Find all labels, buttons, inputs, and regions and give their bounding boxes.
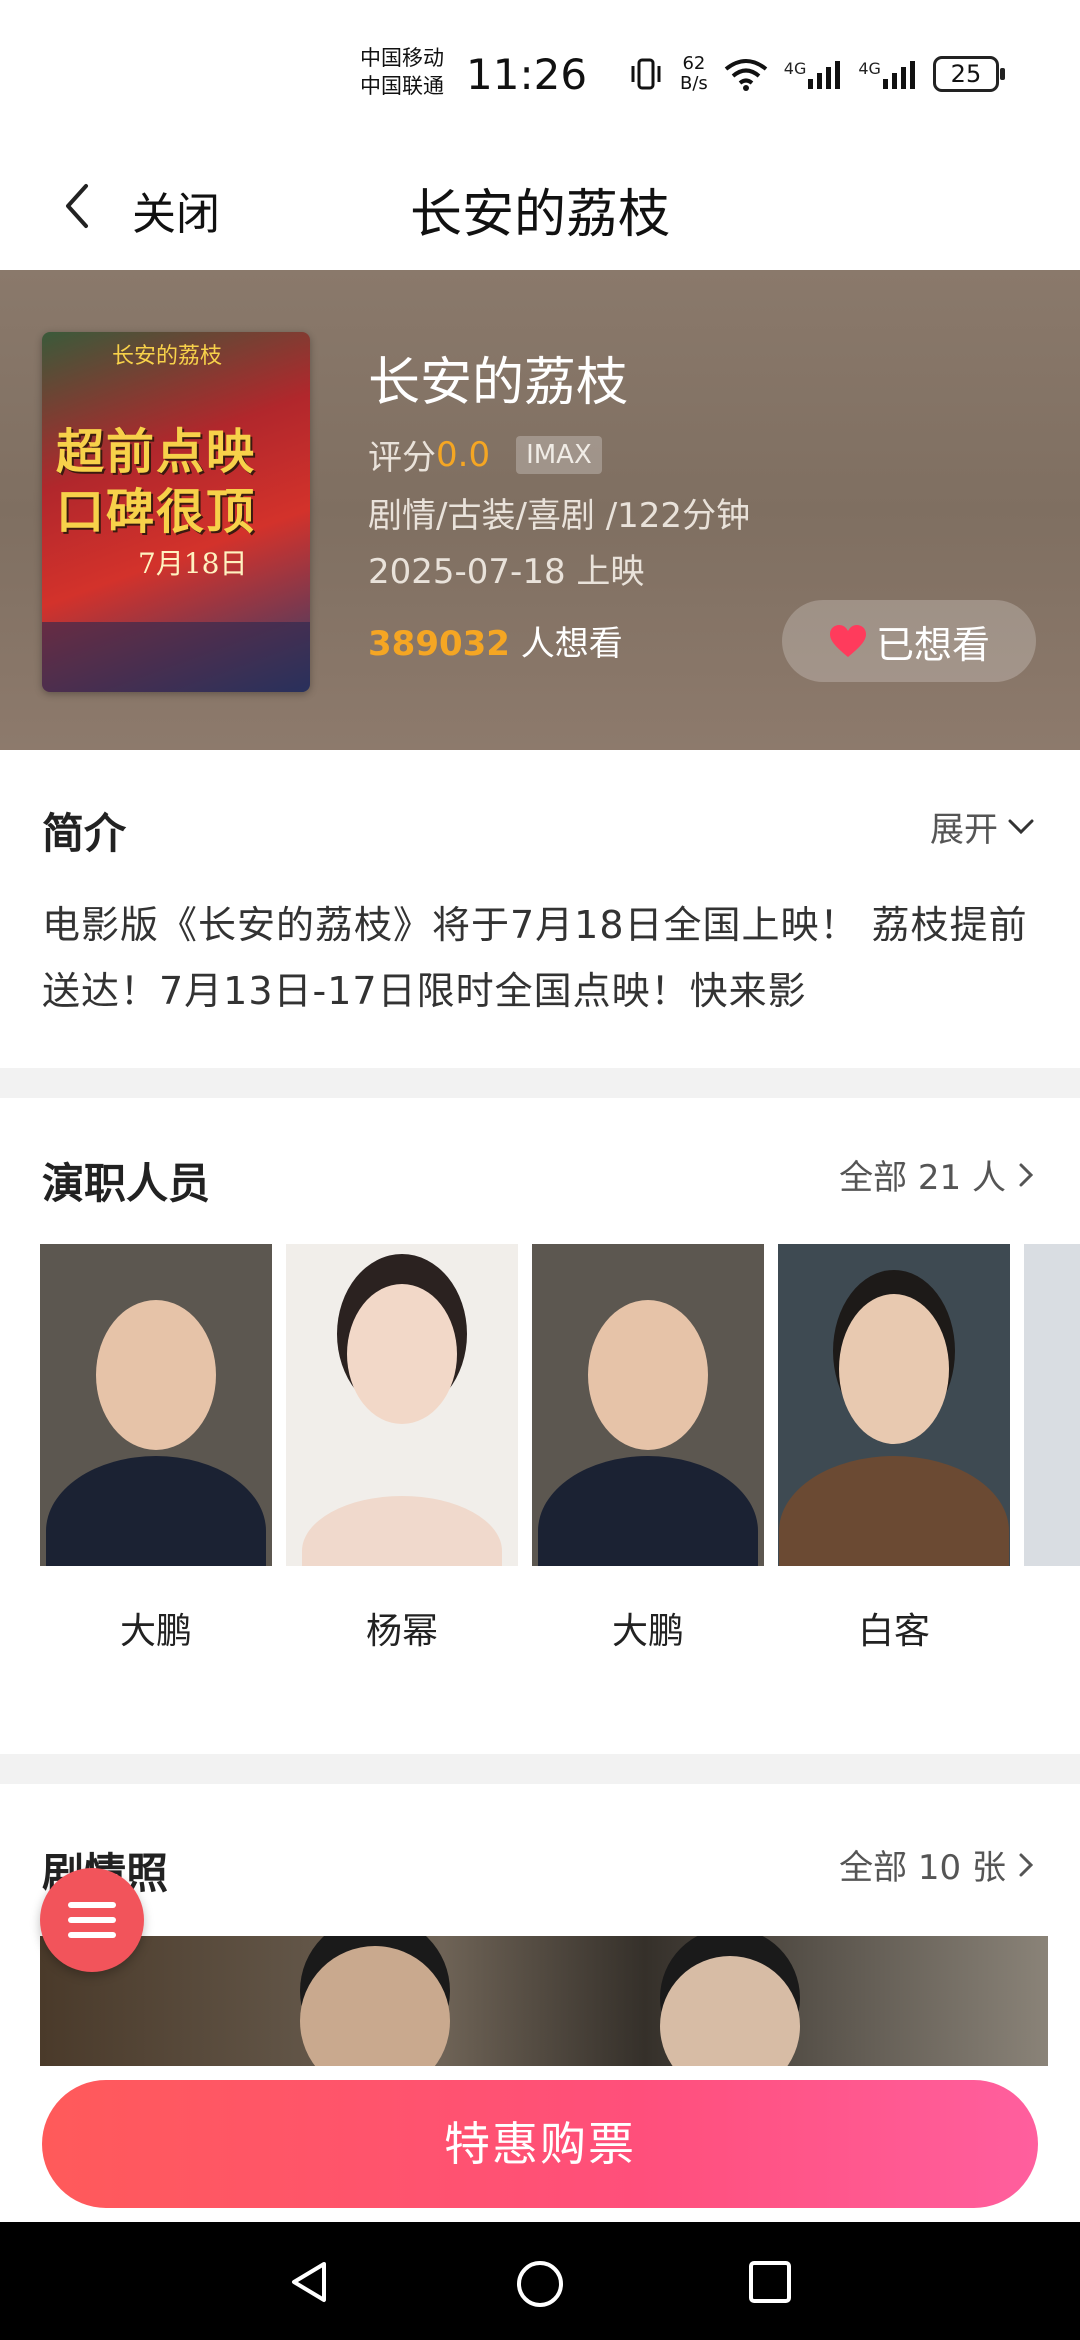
cast-name: 大鹏 [119,1611,192,1652]
signal-1-icon: 4G [784,59,843,89]
poster-date-text: 7月18日 [138,547,248,580]
genre-duration: 剧情/古装/喜剧 /122分钟 [368,496,751,536]
cast-role: 饰：苏谅 [778,1660,1010,1664]
cast-photo [778,1244,1010,1566]
format-badge: IMAX [516,435,602,474]
poster-title-text: 长安的荔枝 [112,344,223,369]
intro-section: 简介 展开 电影版《长安的荔枝》将于7月18日全国上映！ 荔枝提前送达！7月13… [0,750,1080,1068]
release-date: 2025-07-18 上映 [368,552,645,592]
cast-member[interactable]: 杨幂 饰：李夫人 [286,1244,518,1652]
rating-label: 评分 [368,438,436,478]
cast-role: 饰：李善德 [532,1660,764,1664]
chevron-down-icon [1008,819,1034,834]
cast-name: 杨幂 [365,1611,438,1652]
intro-expand-label: 展开 [930,810,998,850]
net-speed-value: 62 [682,53,706,74]
system-nav-bar [0,2222,1080,2340]
home-circle-icon[interactable] [514,2258,566,2310]
rating-value: 0.0 [436,434,491,475]
intro-expand-button[interactable]: 展开 [930,802,1038,851]
want-count-row: 389032 人想看 [368,616,623,665]
movie-title: 长安的荔枝 [368,353,629,413]
signal-2-label: 4G [858,59,881,78]
carrier-info: 中国移动 中国联通 [360,44,444,100]
cast-list[interactable]: 大鹏 导演 杨幂 饰：李夫人 大鹏 饰：李善德 白客 饰：苏谅 [40,1244,1080,1664]
still-image[interactable] [40,1936,1048,2076]
cast-role: 饰：李夫人 [286,1660,518,1664]
wanted-button-label: 已想看 [875,622,990,667]
cast-role: 导演 [40,1660,272,1664]
poster-bottom-band [42,622,310,692]
cast-photo [286,1244,518,1566]
cast-photo [532,1244,764,1566]
vibrate-icon [631,58,661,90]
rating-row: 评分 0.0 IMAX [368,430,602,479]
heart-icon [829,625,866,657]
page-title: 长安的荔枝 [409,185,670,245]
cast-member[interactable]: 白客 饰：苏谅 [778,1244,1010,1652]
poster-slogan-line2: 口碑很顶 [56,484,257,540]
cast-all-link[interactable]: 全部 21 人 [839,1150,1038,1199]
carrier-1: 中国移动 [360,46,444,70]
menu-line-icon [68,1902,116,1908]
buy-ticket-button[interactable]: 特惠购票 [42,2080,1038,2208]
movie-header: 长安的荔枝 超前点映 口碑很顶 7月18日 长安的荔枝 评分 0.0 IMAX … [0,270,1080,750]
cast-photo [1024,1244,1080,1566]
stills-all-label: 全部 10 张 [839,1848,1006,1888]
cast-member-partial[interactable] [1024,1244,1080,1566]
wifi-icon [724,59,768,91]
clock: 11:26 [466,50,588,99]
status-icons: 62 B/s 4G 4G 25 [628,54,1005,94]
stills-all-link[interactable]: 全部 10 张 [839,1840,1038,1889]
carrier-2: 中国联通 [360,74,444,98]
cast-name: 大鹏 [611,1611,684,1652]
menu-line-icon [68,1917,116,1923]
chevron-right-icon [1019,1163,1034,1186]
back-triangle-icon[interactable] [286,2258,334,2306]
signal-1-label: 4G [783,59,807,78]
menu-line-icon [68,1932,116,1938]
top-nav-bar: 关闭 长安的荔枝 [0,150,1080,270]
intro-title: 简介 [42,809,127,858]
cast-member[interactable]: 大鹏 饰：李善德 [532,1244,764,1652]
battery-icon: 25 [932,56,1005,92]
intro-text: 电影版《长安的荔枝》将于7月18日全国上映！ 荔枝提前送达！7月13日-17日限… [42,903,1028,1013]
cast-name: 白客 [857,1611,930,1652]
movie-poster[interactable]: 长安的荔枝 超前点映 口碑很顶 7月18日 [42,332,310,692]
wanted-button[interactable]: 已想看 [782,600,1036,682]
cast-photo [40,1244,272,1566]
signal-2-icon: 4G [858,59,917,89]
bottom-action-bar: 特惠购票 [0,2066,1080,2222]
cast-member[interactable]: 大鹏 导演 [40,1244,272,1652]
chevron-right-icon [1019,1853,1034,1876]
floating-menu-button[interactable] [40,1868,144,1972]
want-count: 389032 [368,624,510,664]
cast-title: 演职人员 [42,1159,211,1208]
recents-square-icon[interactable] [746,2258,794,2306]
net-speed: 62 B/s [680,54,708,94]
cast-section: 演职人员 全部 21 人 大鹏 导演 杨幂 饰：李夫人 [0,1098,1080,1754]
status-bar: 中国移动 中国联通 11:26 62 B/s 4G 4G 25 [0,0,1080,150]
net-speed-unit: B/s [680,73,708,94]
cast-all-label: 全部 21 人 [839,1158,1006,1198]
want-suffix: 人想看 [509,624,623,664]
